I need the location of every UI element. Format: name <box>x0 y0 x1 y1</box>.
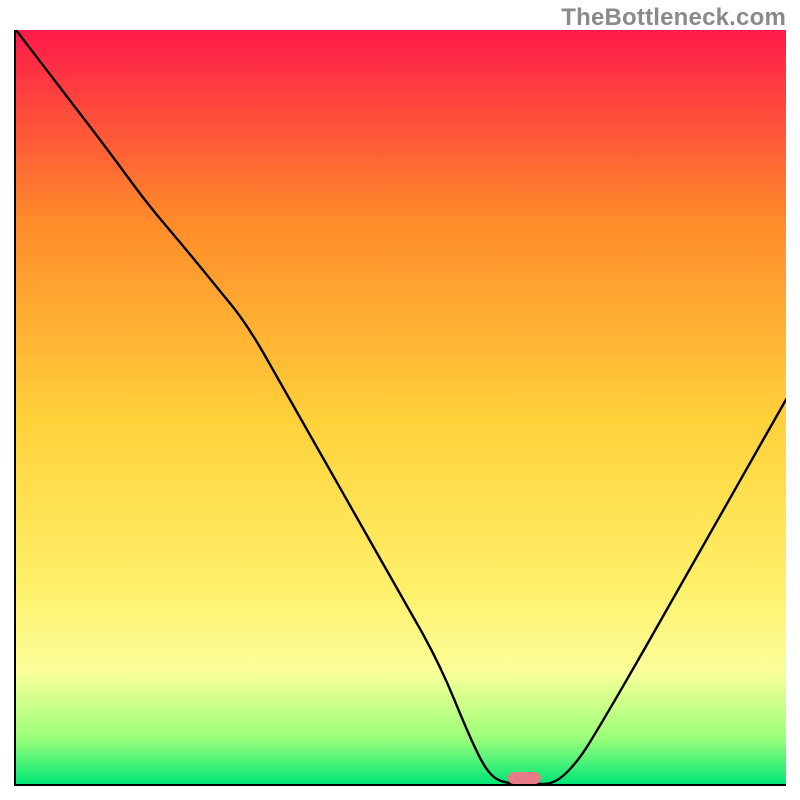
optimal-marker <box>508 772 540 784</box>
chart-plot-area <box>16 30 786 784</box>
background-rect <box>16 30 786 784</box>
watermark-text: TheBottleneck.com <box>561 4 786 32</box>
